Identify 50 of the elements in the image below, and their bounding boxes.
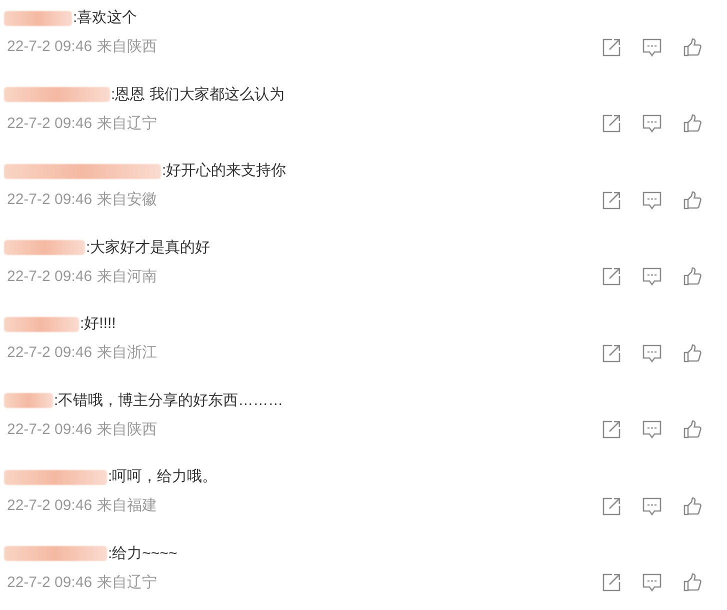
share-icon[interactable] — [602, 344, 621, 362]
comment-icon[interactable] — [642, 38, 662, 56]
comment-time: 22-7-2 09:46 — [7, 37, 92, 57]
comment-text: :不错哦，博主分享的好东西……… — [54, 390, 284, 410]
thumbs-up-icon[interactable] — [683, 190, 702, 210]
share-icon[interactable] — [602, 114, 621, 133]
comment-time: 22-7-2 09:46 — [7, 496, 92, 516]
share-icon[interactable] — [602, 573, 621, 592]
comment-time: 22-7-2 09:46 — [7, 420, 92, 440]
comment-time: 22-7-2 09:46 — [7, 266, 92, 286]
comment-location: 来自安徽 — [97, 190, 158, 210]
comment-icon[interactable] — [642, 267, 662, 286]
comment-location: 来自陕西 — [97, 420, 158, 440]
comment-icon[interactable] — [642, 190, 662, 210]
comment-icon[interactable] — [642, 114, 662, 133]
comment-icon[interactable] — [642, 496, 662, 516]
comment-icon[interactable] — [642, 573, 662, 592]
comment-text: :好!!!! — [80, 314, 116, 334]
share-icon[interactable] — [602, 420, 621, 439]
comment-text: :呵呵，给力哦。 — [108, 467, 218, 487]
comment-text: :喜欢这个 — [73, 8, 138, 28]
comment-location: 来自辽宁 — [97, 572, 158, 592]
comment-text: :大家好才是真的好 — [86, 238, 210, 258]
comment-text: :恩恩 我们大家都这么认为 — [111, 84, 284, 104]
comment-location: 来自河南 — [97, 266, 158, 286]
comment-time: 22-7-2 09:46 — [7, 343, 92, 363]
blurred-username — [4, 10, 72, 26]
thumbs-up-icon[interactable] — [683, 38, 702, 56]
comment-time: 22-7-2 09:46 — [7, 190, 92, 210]
share-icon[interactable] — [602, 267, 621, 286]
comment-text: :好开心的来支持你 — [162, 161, 286, 181]
comment-text: :给力~~~~ — [108, 544, 178, 564]
share-icon[interactable] — [602, 190, 621, 210]
share-icon[interactable] — [602, 496, 621, 516]
thumbs-up-icon[interactable] — [683, 420, 702, 439]
comment-location: 来自辽宁 — [97, 114, 158, 134]
comment-icon[interactable] — [642, 420, 662, 439]
comment-time: 22-7-2 09:46 — [7, 572, 92, 592]
comment-location: 来自浙江 — [97, 343, 158, 363]
thumbs-up-icon[interactable] — [683, 344, 702, 362]
comment-location: 来自陕西 — [97, 37, 158, 57]
share-icon[interactable] — [602, 38, 621, 56]
thumbs-up-icon[interactable] — [683, 496, 702, 516]
thumbs-up-icon[interactable] — [683, 267, 702, 286]
blurred-username — [4, 393, 53, 408]
thumbs-up-icon[interactable] — [683, 573, 702, 592]
comment-location: 来自福建 — [97, 496, 158, 516]
comment-icon[interactable] — [642, 344, 662, 362]
thumbs-up-icon[interactable] — [683, 114, 702, 133]
comment-time: 22-7-2 09:46 — [7, 114, 92, 134]
